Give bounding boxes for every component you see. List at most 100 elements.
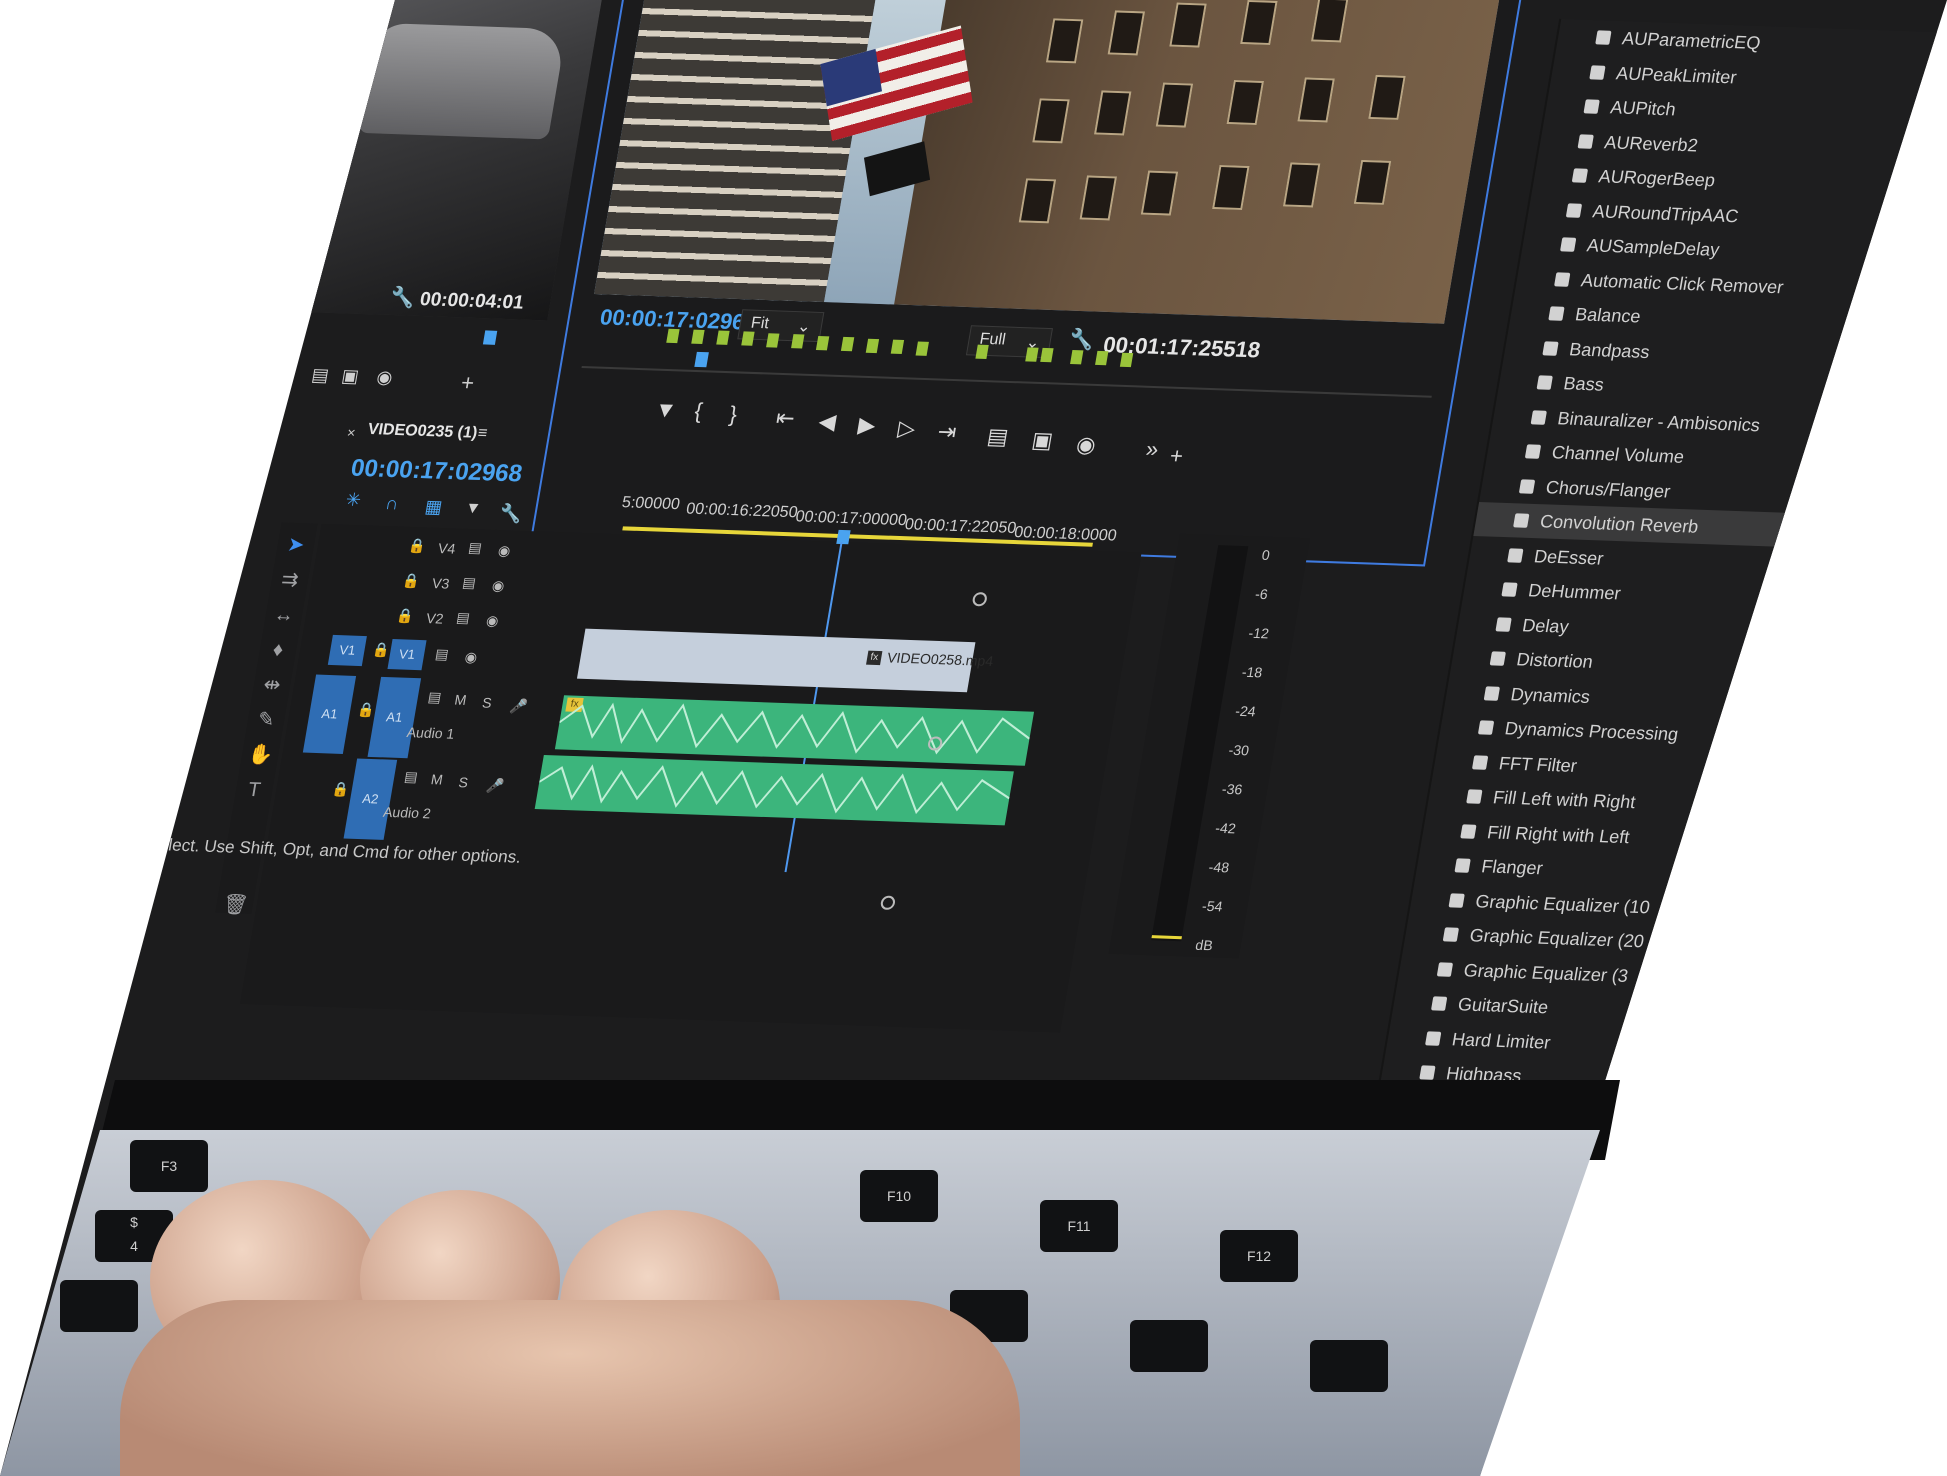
marker[interactable] <box>840 336 855 352</box>
lock-icon[interactable]: 🔒 <box>371 641 391 659</box>
razor-tool-icon[interactable]: ♦ <box>264 638 292 663</box>
source-patch-a1[interactable]: A1 <box>302 674 357 754</box>
marker[interactable] <box>915 341 929 356</box>
marker[interactable] <box>691 329 705 345</box>
audio-clip-a1[interactable]: fx <box>554 695 1035 766</box>
step-back-icon[interactable]: ◀ <box>817 409 838 436</box>
sync-icon[interactable]: ▤ <box>403 768 419 785</box>
sync-icon[interactable]: ▤ <box>467 539 483 556</box>
key[interactable] <box>60 1280 138 1332</box>
sequence-timecode[interactable]: 00:00:17:02968 <box>349 455 524 489</box>
sync-icon[interactable]: ▤ <box>434 646 450 663</box>
scroll-handle[interactable] <box>879 895 897 911</box>
extract-icon[interactable]: ▣ <box>1030 427 1055 454</box>
add-marker-icon[interactable]: ▼ <box>463 500 483 519</box>
scroll-handle[interactable] <box>971 591 988 607</box>
video-clip[interactable]: fx VIDEO0258.mp4 <box>576 628 995 693</box>
eye-icon[interactable]: ◉ <box>497 542 512 559</box>
ripple-edit-tool-icon[interactable]: ↔ <box>270 603 298 628</box>
marker[interactable] <box>791 334 805 349</box>
eye-icon[interactable]: ◉ <box>485 612 500 629</box>
add-button[interactable]: + <box>459 370 476 396</box>
add-marker-icon[interactable]: ▼ <box>653 397 679 424</box>
linked-selection-icon[interactable]: ▦ <box>423 496 443 518</box>
sync-icon[interactable]: ▤ <box>427 689 443 706</box>
program-playhead[interactable] <box>694 351 709 368</box>
solo-button[interactable]: S <box>457 774 469 790</box>
marker[interactable] <box>1119 352 1134 368</box>
type-tool-icon[interactable]: T <box>240 778 268 803</box>
marker[interactable] <box>1095 350 1109 366</box>
lock-icon[interactable]: 🔒 <box>330 781 351 799</box>
sequence-tab[interactable]: VIDEO0235 (1) <box>366 421 478 443</box>
source-playhead[interactable] <box>482 330 498 345</box>
wrench-icon[interactable]: 🔧 <box>388 285 417 311</box>
lock-icon[interactable]: 🔒 <box>395 607 415 625</box>
audio-clip-a2[interactable] <box>534 754 1014 826</box>
marker[interactable] <box>815 336 830 351</box>
key[interactable]: F12 <box>1220 1230 1298 1282</box>
camera-icon[interactable]: ◉ <box>375 367 394 389</box>
eye-icon[interactable]: ◉ <box>491 577 506 594</box>
go-to-in-icon[interactable]: ⇤ <box>774 405 797 432</box>
marker[interactable] <box>766 333 780 348</box>
mark-out-icon[interactable]: } <box>727 401 739 427</box>
marker[interactable] <box>716 330 730 345</box>
marker[interactable] <box>666 328 680 344</box>
eye-icon[interactable]: ◉ <box>463 649 479 666</box>
marker[interactable] <box>865 338 880 354</box>
hand-tool-icon[interactable]: ✋ <box>246 743 275 768</box>
source-patch-v1[interactable]: V1 <box>327 634 367 667</box>
nest-icon[interactable]: ✳ <box>344 490 362 512</box>
lock-icon[interactable]: 🔒 <box>407 537 427 555</box>
track-select-tool-icon[interactable]: ⇉ <box>276 568 304 593</box>
overwrite-icon[interactable]: ▣ <box>340 366 360 388</box>
key[interactable]: F11 <box>1040 1200 1118 1252</box>
track-target-a1[interactable]: A1 <box>367 676 422 759</box>
effect-item-label: Fill Left with Right <box>1491 787 1638 813</box>
trash-icon[interactable]: 🗑 <box>221 893 250 918</box>
lift-icon[interactable]: ▤ <box>985 423 1010 450</box>
lock-icon[interactable]: 🔒 <box>401 572 421 590</box>
snap-icon[interactable]: ∩ <box>384 493 400 514</box>
key[interactable]: F3 <box>130 1140 208 1192</box>
audio-effect-icon <box>1460 823 1477 839</box>
pen-tool-icon[interactable]: ✎ <box>252 708 280 733</box>
step-forward-icon[interactable]: ▷ <box>896 415 917 442</box>
marker[interactable] <box>890 339 905 355</box>
key[interactable] <box>1310 1340 1388 1392</box>
button-editor-icon[interactable]: + <box>1168 443 1185 469</box>
microphone-icon[interactable]: 🎤 <box>508 697 529 715</box>
wrench-icon[interactable]: 🔧 <box>1067 327 1096 353</box>
marker[interactable] <box>975 344 989 360</box>
mute-button[interactable]: M <box>453 692 467 708</box>
export-frame-icon[interactable]: ◉ <box>1074 432 1097 459</box>
marker[interactable] <box>741 331 755 346</box>
microphone-icon[interactable]: 🎤 <box>485 777 505 795</box>
marker[interactable] <box>1040 347 1054 363</box>
program-scrub-bar[interactable] <box>581 365 1432 398</box>
timeline-playhead-handle[interactable] <box>836 529 851 545</box>
key[interactable] <box>1130 1320 1208 1372</box>
sync-icon[interactable]: ▤ <box>455 609 471 626</box>
marker[interactable] <box>1070 349 1084 365</box>
sync-icon[interactable]: ▤ <box>461 574 477 591</box>
close-icon[interactable]: × <box>346 424 357 440</box>
solo-button[interactable]: S <box>481 695 493 711</box>
play-icon[interactable]: ▶ <box>856 412 877 439</box>
insert-icon[interactable]: ▤ <box>310 365 330 387</box>
more-icon[interactable]: » <box>1144 436 1161 462</box>
lock-icon[interactable]: 🔒 <box>356 701 376 719</box>
key[interactable]: F10 <box>860 1170 938 1222</box>
slip-tool-icon[interactable]: ⇹ <box>258 673 286 698</box>
wrench-icon[interactable]: 🔧 <box>498 503 524 525</box>
audio-effect-icon <box>1466 789 1483 804</box>
go-to-out-icon[interactable]: ⇥ <box>936 419 959 446</box>
menu-icon[interactable]: ≡ <box>476 425 488 443</box>
track-target-v1[interactable]: V1 <box>387 639 427 671</box>
marker[interactable] <box>1025 347 1039 362</box>
mute-button[interactable]: M <box>430 771 444 787</box>
track-target-a2[interactable]: A2 <box>343 758 398 840</box>
selection-tool-icon[interactable]: ➤ <box>282 533 310 558</box>
mark-in-icon[interactable]: { <box>693 398 705 424</box>
